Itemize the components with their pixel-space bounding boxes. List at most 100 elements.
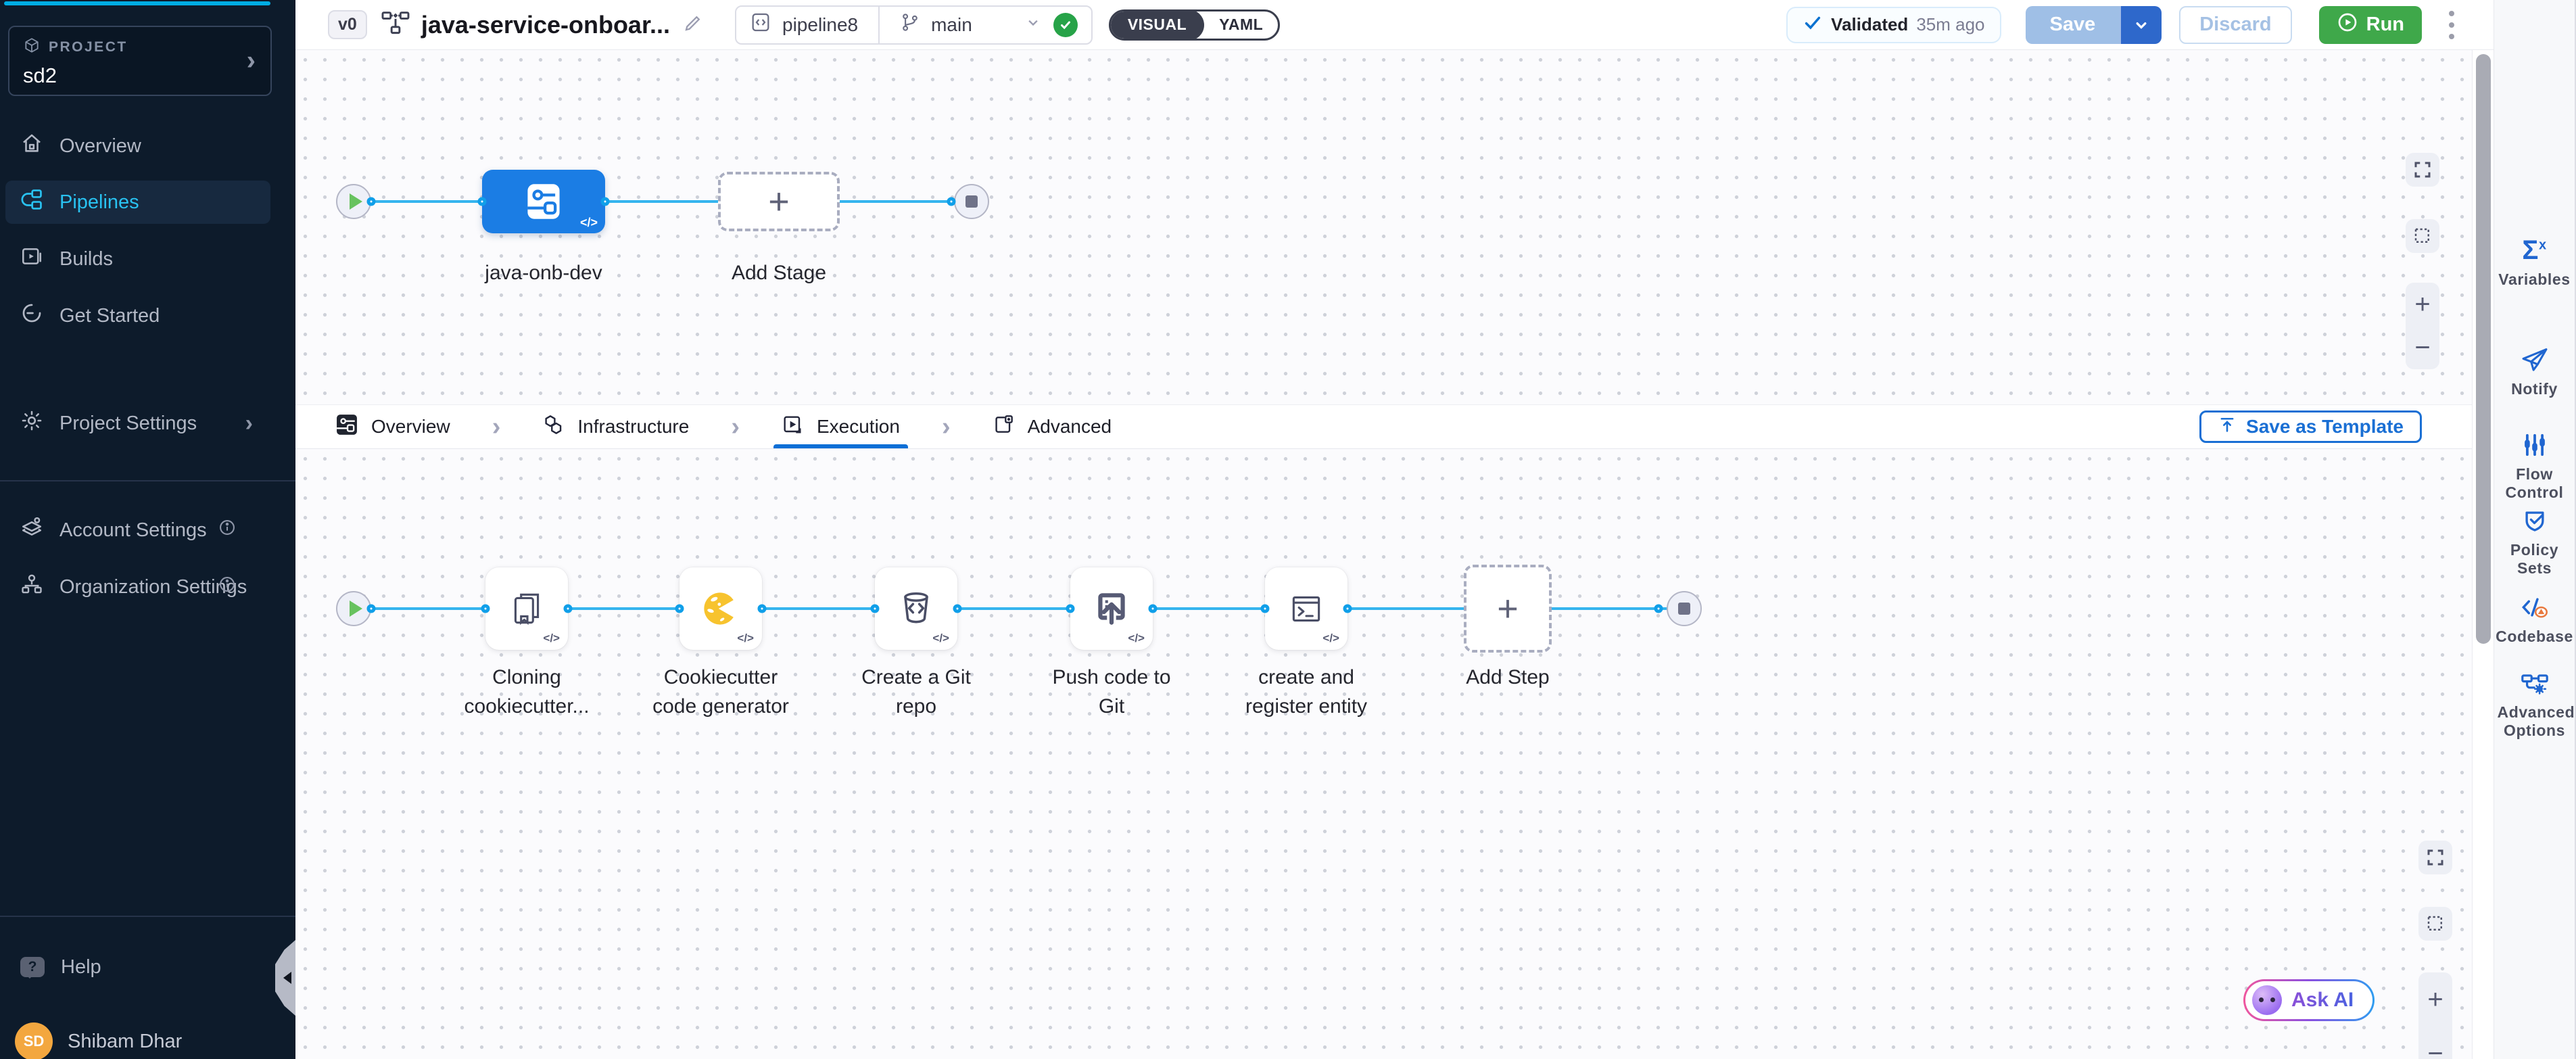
- zoom-controls: + −: [2418, 972, 2452, 1059]
- zoom-out-button[interactable]: −: [2427, 1040, 2443, 1059]
- save-button[interactable]: Save: [2026, 6, 2120, 44]
- play-icon: [350, 193, 362, 210]
- sidebar-item-account-settings[interactable]: Account Settings: [5, 509, 270, 552]
- sidebar-item-organization-settings[interactable]: Organization Settings: [5, 565, 270, 609]
- check-icon: [1803, 13, 1823, 37]
- rail-item-codebase[interactable]: Codebase: [2494, 594, 2575, 646]
- fit-to-screen-button[interactable]: [2406, 153, 2439, 187]
- project-cube-icon: [23, 37, 41, 58]
- sidebar-item-get-started[interactable]: Get Started: [5, 294, 270, 337]
- marquee-icon: [2425, 914, 2446, 934]
- edge-port[interactable]: [367, 197, 376, 206]
- zoom-in-button[interactable]: +: [2414, 291, 2430, 318]
- tab-label: Advanced: [1028, 416, 1112, 438]
- edge-port[interactable]: [601, 197, 610, 206]
- validated-label: Validated: [1831, 14, 1908, 35]
- step-cookiecutter-generator[interactable]: </>: [679, 567, 762, 650]
- rail-item-notify[interactable]: Notify: [2494, 346, 2575, 398]
- step-create-register-entity[interactable]: </>: [1265, 567, 1347, 650]
- tab-infrastructure[interactable]: Infrastructure: [542, 405, 689, 448]
- discard-button[interactable]: Discard: [2179, 6, 2291, 44]
- pipeline-studio: </> + java-onb-dev Add Stage + − Overvie…: [295, 50, 2472, 1059]
- pipeline-end-node[interactable]: [954, 184, 989, 219]
- add-step-button[interactable]: +: [1464, 565, 1552, 653]
- infrastructure-icon: [542, 414, 564, 440]
- edge-port[interactable]: [675, 605, 684, 613]
- edge-port[interactable]: [1066, 605, 1075, 613]
- add-stage-button[interactable]: +: [718, 172, 840, 231]
- tab-advanced[interactable]: Advanced: [993, 405, 1112, 448]
- execution-start-node[interactable]: [336, 591, 371, 626]
- pipeline-start-node[interactable]: [336, 184, 371, 219]
- org-gear-icon: [20, 573, 43, 601]
- tab-separator-chevron-icon: ›: [731, 413, 740, 442]
- yaml-code-badge-icon: </>: [932, 632, 949, 645]
- edge-port[interactable]: [481, 605, 490, 613]
- step-push-code-to-git[interactable]: </>: [1070, 567, 1153, 650]
- rail-item-variables[interactable]: Σx Variables: [2494, 237, 2575, 289]
- version-badge: v0: [328, 10, 367, 39]
- toggle-visual[interactable]: VISUAL: [1110, 9, 1204, 41]
- collapse-left-icon: [283, 972, 291, 984]
- zoom-in-button[interactable]: +: [2427, 986, 2443, 1013]
- save-split-button: Save: [2026, 6, 2162, 44]
- run-button[interactable]: Run: [2319, 6, 2422, 44]
- step-cloning-cookiecutter[interactable]: </>: [485, 567, 568, 650]
- save-options-caret[interactable]: [2120, 6, 2162, 44]
- sidebar-item-project-settings[interactable]: Project Settings ›: [5, 402, 270, 445]
- edge-port[interactable]: [478, 197, 487, 206]
- sidebar-item-pipelines[interactable]: Pipelines: [5, 181, 270, 224]
- edge-port[interactable]: [1654, 605, 1663, 613]
- tab-execution[interactable]: Execution: [782, 405, 900, 448]
- scrollbar-thumb[interactable]: [2476, 54, 2491, 644]
- edge-port[interactable]: [947, 197, 956, 206]
- edge-port[interactable]: [367, 605, 376, 613]
- edge-port[interactable]: [1343, 605, 1352, 613]
- project-label: PROJECT: [49, 39, 128, 55]
- run-play-icon: [2337, 11, 2358, 39]
- sidebar-collapse-handle[interactable]: [275, 940, 295, 1016]
- ask-ai-button[interactable]: Ask AI: [2243, 979, 2375, 1021]
- info-icon[interactable]: [218, 575, 237, 599]
- edge-port[interactable]: [1149, 605, 1158, 613]
- rail-item-policy-sets[interactable]: Policy Sets: [2494, 507, 2575, 578]
- zoom-out-button[interactable]: −: [2414, 334, 2430, 361]
- fullscreen-icon: [2425, 847, 2446, 868]
- marquee-select-button[interactable]: [2418, 907, 2452, 941]
- execution-canvas[interactable]: </> </> </> </> </>: [295, 449, 2472, 1059]
- toggle-yaml[interactable]: YAML: [1204, 9, 1278, 41]
- gear-icon: [20, 409, 43, 438]
- marquee-select-button[interactable]: [2406, 219, 2439, 253]
- edge-port[interactable]: [871, 605, 880, 613]
- sidebar-item-builds[interactable]: Builds: [5, 237, 270, 281]
- repo-branch-selector[interactable]: pipeline8 main: [735, 5, 1093, 45]
- edge-port[interactable]: [758, 605, 767, 613]
- stage-node-java-onb-dev[interactable]: </>: [482, 170, 605, 233]
- more-options-kebab-icon[interactable]: [2445, 7, 2458, 43]
- sidebar-item-overview[interactable]: Overview: [5, 124, 270, 168]
- sidebar-item-help[interactable]: ? Help: [5, 945, 270, 989]
- stage-canvas[interactable]: </> + java-onb-dev Add Stage + −: [295, 50, 2472, 404]
- save-as-template-button[interactable]: Save as Template: [2199, 410, 2422, 443]
- ai-bot-icon: [2252, 985, 2282, 1015]
- clone-documents-icon: [507, 589, 546, 628]
- user-profile[interactable]: SD Shibam Dhar: [5, 1021, 289, 1059]
- edge-port[interactable]: [564, 605, 573, 613]
- pipeline-header: v0 java-service-onboar... pipeline8 main…: [295, 0, 2494, 50]
- rail-item-advanced-options[interactable]: Advanced Options: [2494, 669, 2575, 740]
- edit-pencil-icon[interactable]: [682, 12, 704, 37]
- tab-overview[interactable]: Overview: [336, 405, 450, 448]
- rail-item-flow-control[interactable]: Flow Control: [2494, 431, 2575, 502]
- validated-status[interactable]: Validated 35m ago: [1786, 7, 2001, 43]
- edge-port[interactable]: [953, 605, 962, 613]
- project-selector[interactable]: PROJECT sd2 ›: [8, 26, 272, 96]
- pipeline-title: java-service-onboar...: [421, 11, 670, 39]
- step-label: Cloningcookiecutter...: [425, 663, 628, 721]
- execution-end-node[interactable]: [1667, 591, 1702, 626]
- yaml-code-badge-icon: </>: [1128, 632, 1145, 645]
- step-create-git-repo[interactable]: </>: [875, 567, 957, 650]
- info-icon[interactable]: [218, 518, 237, 542]
- marquee-icon: [2412, 226, 2433, 246]
- edge-port[interactable]: [1261, 605, 1270, 613]
- fit-to-screen-button[interactable]: [2418, 841, 2452, 874]
